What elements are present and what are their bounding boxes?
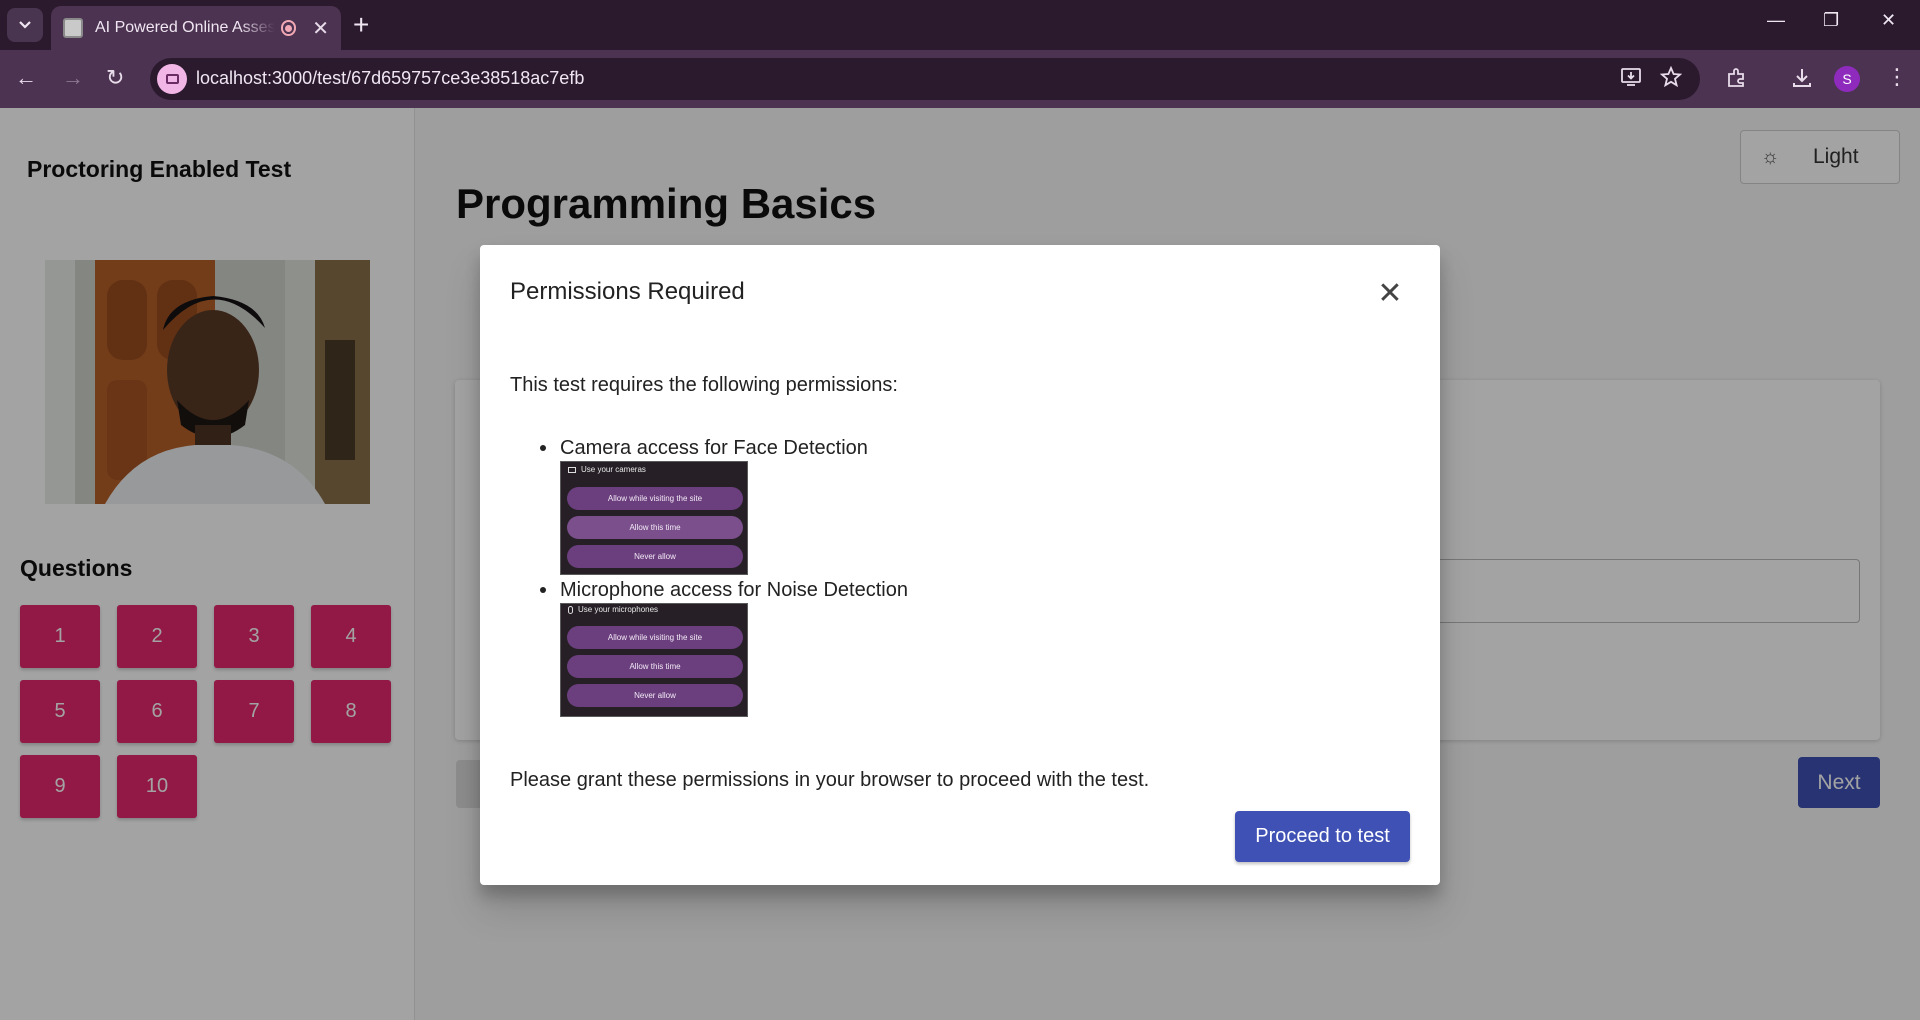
microphone-prompt-heading: Use your microphones	[578, 605, 659, 614]
minimize-button[interactable]: —	[1767, 10, 1785, 31]
permissions-list: Camera access for Face Detection Use you…	[540, 436, 908, 720]
camera-permission-screenshot: Use your cameras Allow while visiting th…	[560, 461, 748, 575]
reload-icon[interactable]: ↻	[106, 65, 124, 91]
recording-indicator-icon	[280, 20, 297, 36]
proceed-to-test-button[interactable]: Proceed to test	[1235, 811, 1410, 862]
permission-label-microphone: Microphone access for Noise Detection	[560, 579, 908, 601]
extensions-puzzle-icon[interactable]	[1725, 66, 1749, 96]
camera-icon	[568, 466, 576, 473]
dialog-footer-text: Please grant these permissions in your b…	[510, 769, 1150, 791]
restore-button[interactable]: ❐	[1823, 10, 1839, 31]
microphone-prompt-option: Never allow	[567, 684, 743, 707]
test-page: Proctoring Enabled Test Questions 1 2 3 …	[0, 108, 1920, 1020]
microphone-prompt-option: Allow this time	[567, 655, 743, 678]
profile-avatar[interactable]: S	[1834, 66, 1860, 92]
site-info-camera-icon[interactable]	[157, 64, 187, 94]
permission-item-microphone: Microphone access for Noise Detection Us…	[540, 578, 908, 717]
close-icon: ✕	[1377, 276, 1403, 310]
tab-title: AI Powered Online Assessment	[95, 19, 275, 36]
camera-prompt-option: Never allow	[567, 545, 743, 568]
forward-arrow-icon[interactable]: →	[62, 65, 84, 91]
permission-label-camera: Camera access for Face Detection	[560, 437, 868, 459]
chevron-down-icon	[19, 21, 31, 29]
camera-prompt-heading: Use your cameras	[581, 465, 646, 474]
bookmark-star-icon[interactable]	[1659, 65, 1683, 94]
url-text[interactable]: localhost:3000/test/67d659757ce3e38518ac…	[196, 68, 584, 89]
permissions-dialog: Permissions Required ✕ This test require…	[480, 245, 1440, 885]
downloads-icon[interactable]	[1790, 66, 1814, 96]
tab-search-button[interactable]	[7, 8, 43, 42]
microphone-permission-screenshot: Use your microphones Allow while visitin…	[560, 603, 748, 717]
install-app-icon[interactable]	[1620, 66, 1642, 94]
browser-tab-active[interactable]: AI Powered Online Assessment ✕	[51, 6, 341, 50]
camera-prompt-option: Allow while visiting the site	[567, 487, 743, 510]
tab-close-icon[interactable]: ✕	[312, 16, 329, 41]
dialog-close-button[interactable]: ✕	[1372, 275, 1408, 311]
microphone-prompt-option: Allow while visiting the site	[567, 626, 743, 649]
dialog-title: Permissions Required	[510, 278, 745, 305]
dialog-intro-text: This test requires the following permiss…	[510, 374, 898, 396]
camera-prompt-option: Allow this time	[567, 516, 743, 539]
browser-tab-bar: AI Powered Online Assessment ✕ + — ❐ ✕	[0, 0, 1920, 50]
back-arrow-icon[interactable]: ←	[15, 65, 37, 91]
address-bar[interactable]: localhost:3000/test/67d659757ce3e38518ac…	[150, 58, 1700, 100]
window-close-button[interactable]: ✕	[1881, 10, 1896, 31]
browser-toolbar: ← → ↻ localhost:3000/test/67d659757ce3e3…	[0, 50, 1920, 108]
browser-menu-icon[interactable]: ⋮	[1886, 64, 1908, 90]
permission-item-camera: Camera access for Face Detection Use you…	[540, 436, 908, 575]
microphone-icon	[568, 605, 573, 614]
new-tab-button[interactable]: +	[353, 10, 369, 40]
site-favicon-icon	[63, 18, 83, 38]
